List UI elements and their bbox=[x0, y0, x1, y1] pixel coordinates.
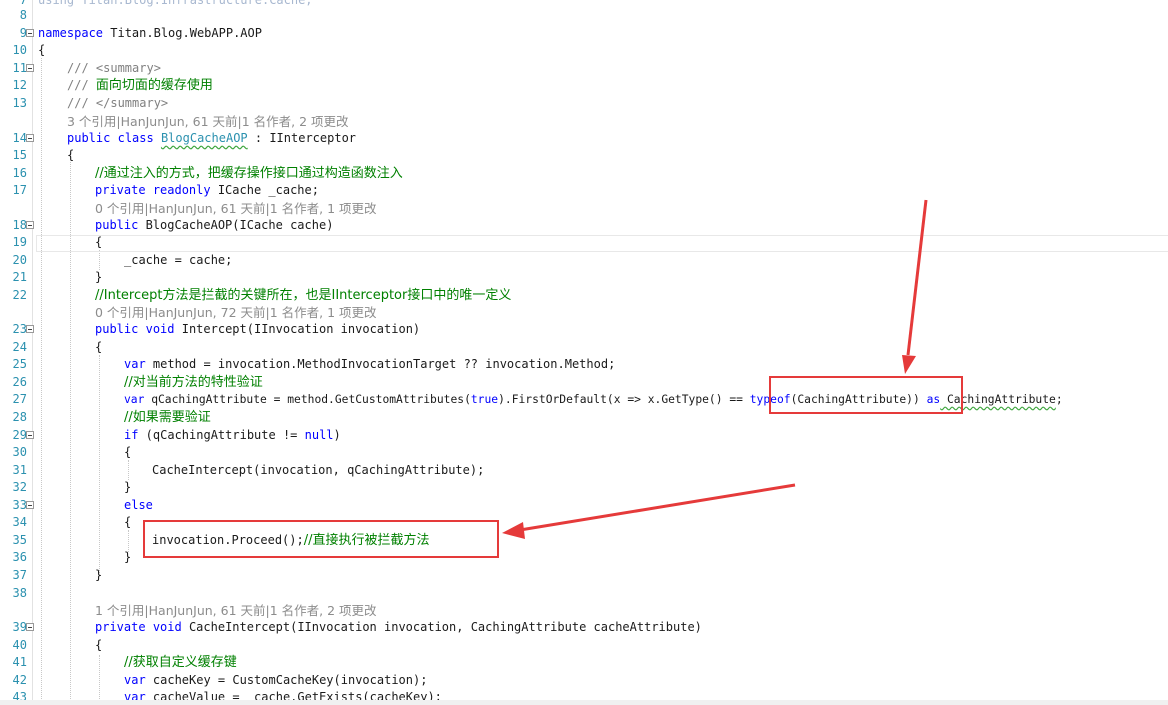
code-editor[interactable]: 7 using Titan.Blog.Infrastructure.Cache;… bbox=[0, 0, 1168, 705]
horizontal-scrollbar[interactable] bbox=[0, 700, 1168, 705]
arrow-line-left bbox=[519, 483, 796, 532]
annotation-arrows bbox=[502, 199, 928, 539]
arrow-head-down-icon bbox=[902, 355, 916, 374]
arrow-head-left-icon bbox=[502, 522, 525, 539]
arrow-line-down bbox=[906, 199, 928, 356]
